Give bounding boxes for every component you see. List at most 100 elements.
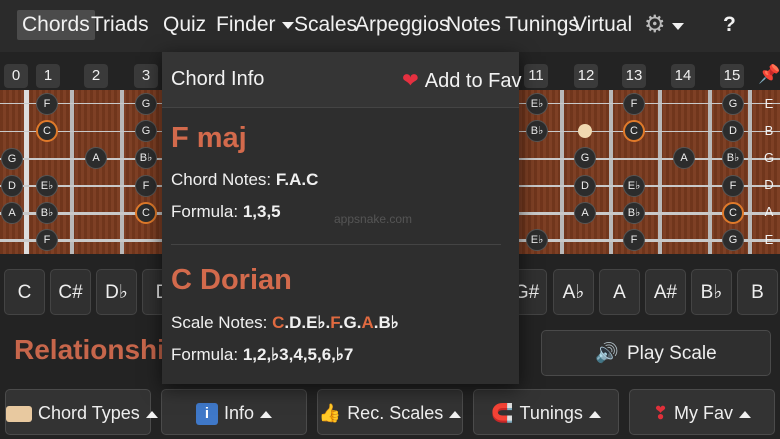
- fret-note[interactable]: A: [85, 147, 107, 169]
- fret-note[interactable]: E♭: [526, 229, 548, 251]
- fret-number[interactable]: 13: [622, 64, 646, 88]
- gear-icon: ⚙: [644, 11, 666, 38]
- scale-note-highlighted: C: [272, 313, 285, 332]
- fret-wire: [120, 90, 124, 254]
- string-tuning-label: E: [764, 96, 774, 111]
- popup-title: Chord Info: [171, 68, 265, 90]
- thumbs-up-icon: 👍: [318, 403, 342, 423]
- my-fav-label: My Fav: [674, 403, 734, 423]
- info-label: Info: [223, 403, 255, 423]
- open-string-note[interactable]: G: [1, 148, 23, 170]
- chord-root-button[interactable]: D♭: [96, 269, 137, 315]
- chord-root-button[interactable]: C#: [50, 269, 91, 315]
- formula-label: Formula:: [171, 202, 239, 221]
- fret-note-root[interactable]: C: [135, 202, 157, 224]
- chord-types-button[interactable]: Chord Types: [5, 389, 158, 435]
- fret-note[interactable]: G: [135, 120, 157, 142]
- nav-tunings[interactable]: Tunings: [505, 10, 579, 40]
- chord-root-button[interactable]: A: [599, 269, 640, 315]
- rec-scales-button[interactable]: 👍 Rec. Scales: [317, 389, 463, 435]
- fret-note[interactable]: D: [722, 120, 744, 142]
- fret-number[interactable]: 3: [134, 64, 158, 88]
- fret-number[interactable]: 15: [720, 64, 744, 88]
- chord-root-button[interactable]: A♭: [553, 269, 594, 315]
- settings-menu[interactable]: ⚙: [644, 10, 684, 40]
- string-tuning-label: G: [763, 150, 775, 165]
- fret-note[interactable]: B♭: [135, 147, 157, 169]
- fret-wire: [708, 90, 712, 254]
- fret-note[interactable]: F: [36, 229, 58, 251]
- fret-number[interactable]: 14: [671, 64, 695, 88]
- popup-header: Chord Info ❤ Add to Fav: [162, 52, 521, 108]
- string-tuning-label: B: [764, 123, 774, 138]
- fret-note[interactable]: D: [574, 175, 596, 197]
- nav-finder-label: Finder: [216, 13, 276, 36]
- fret-note-root[interactable]: C: [722, 202, 744, 224]
- scale-note: E♭: [306, 313, 326, 332]
- pin-icon[interactable]: 📌: [758, 64, 780, 85]
- fret-note[interactable]: E♭: [623, 175, 645, 197]
- open-string-note[interactable]: D: [1, 175, 23, 197]
- fret-note[interactable]: F: [623, 229, 645, 251]
- nav-scales[interactable]: Scales: [294, 10, 357, 40]
- fret-note[interactable]: B♭: [36, 202, 58, 224]
- fret-note[interactable]: A: [673, 147, 695, 169]
- fret-number[interactable]: 0: [4, 64, 28, 88]
- fret-note[interactable]: B♭: [623, 202, 645, 224]
- chord-root-button[interactable]: A#: [645, 269, 686, 315]
- fret-note[interactable]: A: [574, 202, 596, 224]
- fret-note[interactable]: F: [722, 175, 744, 197]
- nav-quiz[interactable]: Quiz: [163, 10, 206, 40]
- help-button[interactable]: ?: [723, 10, 736, 40]
- fret-note[interactable]: F: [135, 175, 157, 197]
- string-tuning-label: A: [764, 204, 774, 219]
- fret-note[interactable]: E♭: [526, 93, 548, 115]
- fret-note[interactable]: B♭: [526, 120, 548, 142]
- fret-note[interactable]: F: [36, 93, 58, 115]
- fret-wire: [70, 90, 74, 254]
- chevron-down-icon: [671, 22, 684, 30]
- my-fav-button[interactable]: ❣ My Fav: [629, 389, 775, 435]
- chord-notes-label: Chord Notes:: [171, 170, 272, 189]
- nav-triads[interactable]: Triads: [91, 10, 149, 40]
- add-to-fav-button[interactable]: ❤ Add to Fav: [402, 68, 521, 93]
- scale-formula-line: Formula: 1,2,♭3,4,5,6,♭7: [171, 345, 353, 365]
- fret-number[interactable]: 11: [524, 64, 548, 88]
- nav-finder[interactable]: Finder: [216, 10, 294, 40]
- open-string-note[interactable]: A: [1, 202, 23, 224]
- fret-number[interactable]: 12: [574, 64, 598, 88]
- chevron-up-icon: [588, 410, 601, 418]
- nav-virtual[interactable]: Virtual: [573, 10, 632, 40]
- fretboard-nut: [24, 90, 29, 254]
- scale-note: G: [343, 313, 357, 332]
- tunings-button[interactable]: 🧲 Tunings: [473, 389, 619, 435]
- speaker-icon: 🔊: [595, 343, 619, 364]
- chord-notes-value: F.A.C: [275, 170, 319, 189]
- nav-notes[interactable]: Notes: [446, 10, 501, 40]
- fret-note[interactable]: G: [574, 147, 596, 169]
- fret-note[interactable]: G: [722, 229, 744, 251]
- chevron-up-icon: [145, 410, 158, 418]
- fret-note[interactable]: F: [623, 93, 645, 115]
- chord-root-button[interactable]: B: [737, 269, 778, 315]
- fret-note[interactable]: G: [135, 93, 157, 115]
- nav-chords[interactable]: Chords: [17, 10, 95, 40]
- chord-root-button[interactable]: B♭: [691, 269, 732, 315]
- fret-note[interactable]: B♭: [722, 147, 744, 169]
- fret-note-root[interactable]: C: [623, 120, 645, 142]
- info-icon: i: [195, 403, 218, 426]
- nav-arpeggios[interactable]: Arpeggios: [355, 10, 450, 40]
- fret-note[interactable]: E♭: [36, 175, 58, 197]
- scale-note: B♭: [378, 313, 399, 332]
- scale-note-highlighted: F: [330, 313, 339, 332]
- play-scale-button[interactable]: 🔊 Play Scale: [541, 330, 771, 376]
- fret-note[interactable]: G: [722, 93, 744, 115]
- fret-wire: [609, 90, 613, 254]
- fret-number[interactable]: 2: [84, 64, 108, 88]
- fret-note-root[interactable]: C: [36, 120, 58, 142]
- chord-root-button[interactable]: C: [4, 269, 45, 315]
- info-button[interactable]: i Info: [161, 389, 307, 435]
- string-tuning-label: E: [764, 232, 774, 247]
- fret-number[interactable]: 1: [36, 64, 60, 88]
- scale-note-highlighted: A: [361, 313, 374, 332]
